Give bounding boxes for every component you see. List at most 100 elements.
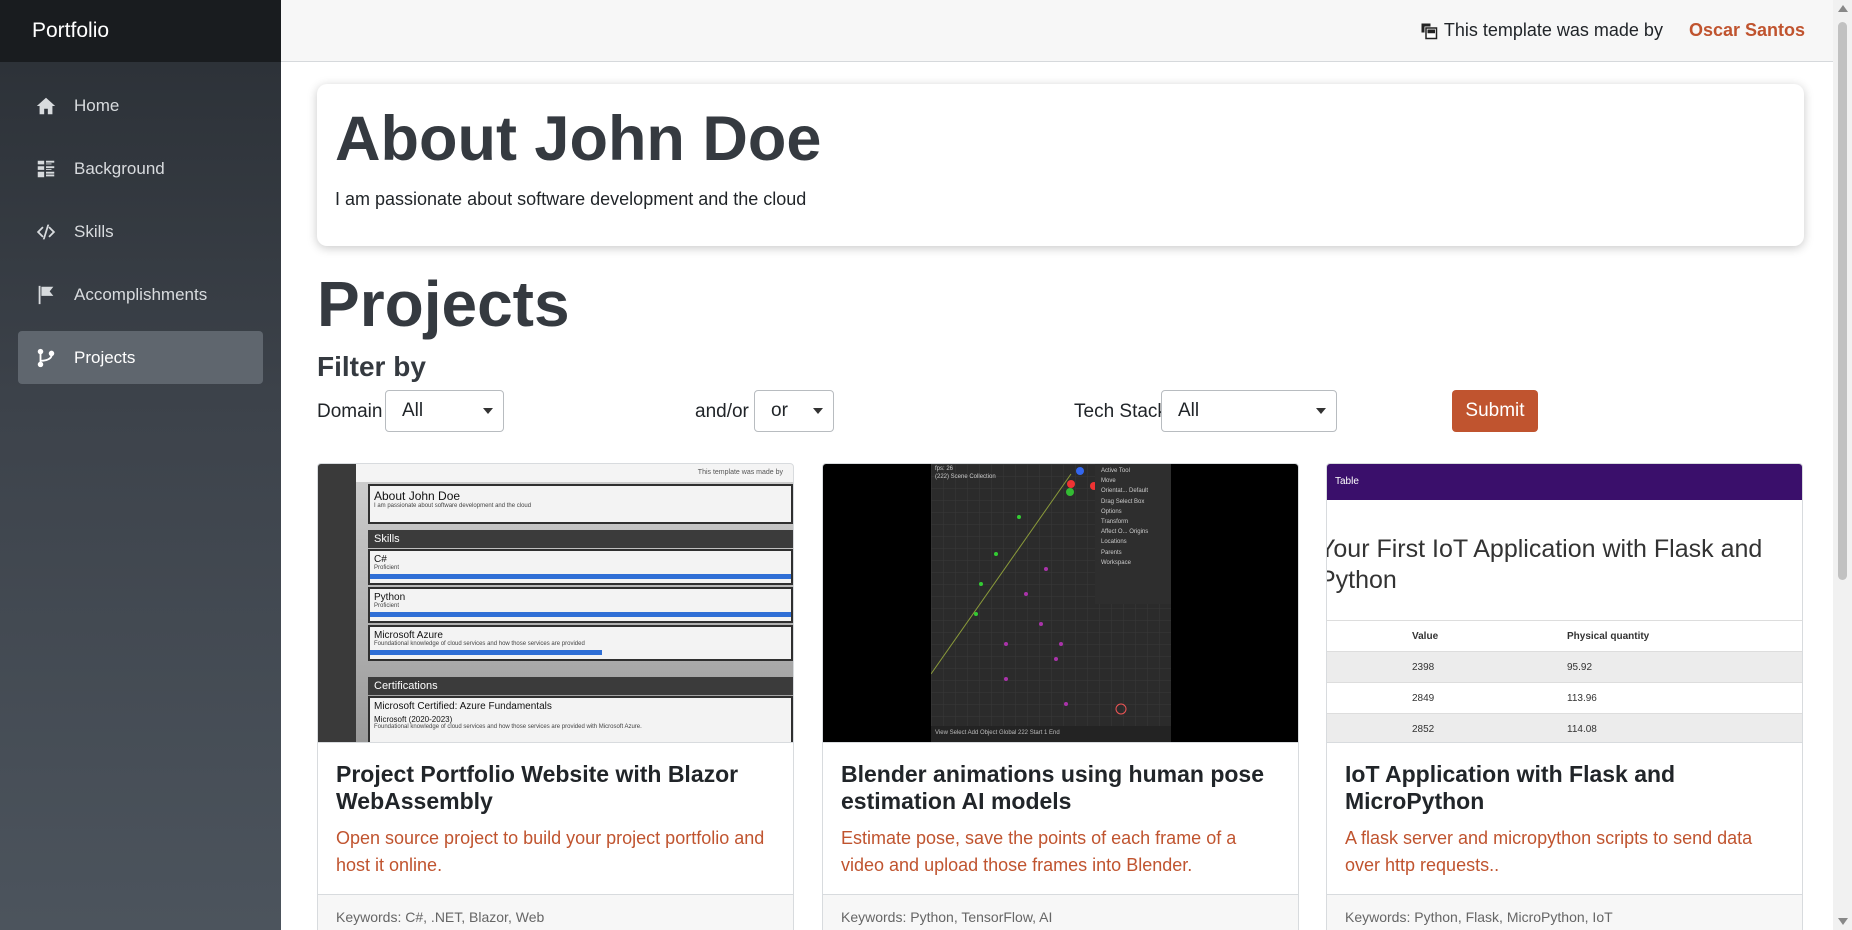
thumb-panel-text: Default	[1129, 488, 1149, 495]
page-scrollbar[interactable]	[1833, 0, 1852, 930]
domain-select[interactable]: All	[385, 390, 504, 432]
scrollbar-thumb[interactable]	[1838, 22, 1847, 580]
thumb-panel-text: Orientat...	[1101, 488, 1128, 495]
sidebar-item-accomplishments[interactable]: Accomplishments	[18, 268, 263, 321]
about-subtitle: I am passionate about software developme…	[335, 189, 807, 209]
thumb-table-cell: 2849	[1412, 682, 1567, 714]
filter-title: Filter by	[317, 351, 426, 382]
thumb-panel-item: Options	[1101, 508, 1122, 515]
thumb-panel-item: Active Tool	[1101, 468, 1130, 474]
page-title: Projects	[317, 268, 570, 340]
author-link[interactable]: Oscar Santos	[1689, 20, 1805, 41]
card-title[interactable]: Project Portfolio Website with Blazor We…	[336, 761, 775, 815]
project-card-portfolio[interactable]: This template was made by About John Doe…	[317, 463, 794, 930]
thumb-timeline-text: Object	[979, 730, 998, 736]
submit-button[interactable]: Submit	[1452, 390, 1538, 432]
project-card-iot[interactable]: Table Your First IoT Application with Fl…	[1326, 463, 1803, 930]
about-title: About John Doe	[335, 104, 822, 174]
thumb-fps: fps: 26	[935, 466, 954, 472]
thumb-timeline-text: End	[1049, 730, 1060, 736]
brand-title[interactable]: Portfolio	[0, 0, 281, 62]
thumb-panel-item: Affect O... Origins	[1101, 527, 1165, 537]
chevron-down-icon	[1316, 408, 1326, 414]
thumb-timeline-text: Start	[1029, 730, 1043, 736]
thumb-table-blank	[1327, 620, 1412, 652]
thumb-table-blank	[1327, 651, 1412, 683]
thumb-skill-level: Proficient	[374, 565, 400, 571]
thumb-table-blank	[1327, 713, 1412, 742]
thumb-cert: Microsoft Certified: Azure Fundamentals …	[368, 696, 793, 742]
thumb-table-header: Value Physical quantity	[1327, 620, 1802, 652]
thumb-panel-text: Origins	[1129, 529, 1149, 536]
thumb-table-cell: 2852	[1412, 713, 1567, 742]
thumb-table-row: 2849 113.96	[1327, 682, 1802, 714]
thumb-table-col: Physical quantity	[1567, 620, 1802, 652]
flag-icon	[38, 285, 54, 304]
card-description: Estimate pose, save the points of each f…	[841, 828, 1237, 876]
card-description: Open source project to build your projec…	[336, 828, 765, 876]
thumb-panel-item: Parents	[1101, 549, 1122, 556]
sidebar-item-label: Projects	[74, 347, 136, 367]
thumb-cert-desc: Foundational knowledge of cloud services…	[374, 724, 642, 730]
thumb-table-col: Value	[1412, 620, 1567, 652]
thumb-table-cell: 2398	[1412, 651, 1567, 683]
sidebar-item-projects[interactable]: Projects	[18, 331, 263, 384]
andor-select-value: or	[771, 400, 788, 421]
andor-select[interactable]: or	[754, 390, 834, 432]
thumb-panel-item: Workspace	[1101, 559, 1131, 566]
thumb-title-line: Your First IoT Application with Flask an…	[1327, 535, 1763, 563]
thumb-panel-text: Drag	[1101, 498, 1115, 505]
thumb-skill: C# Proficient	[368, 549, 793, 585]
git-branch-icon	[37, 348, 55, 367]
list-icon	[37, 160, 55, 177]
top-bar: This template was made by Oscar Santos	[281, 0, 1833, 62]
tech-stack-select-value: All	[1178, 400, 1200, 421]
project-card-blender[interactable]: fps: 26 (222) Scene Collection Active To…	[822, 463, 1299, 930]
thumb-skill-bar	[370, 650, 602, 655]
domain-label: Domain	[317, 401, 383, 422]
chevron-down-icon	[483, 408, 493, 414]
copy-icon	[1421, 23, 1438, 39]
about-card: About John Doe I am passionate about sof…	[317, 84, 1804, 246]
thumb-skill-name: Microsoft Azure	[374, 630, 443, 641]
made-by-text: This template was made by	[1420, 20, 1663, 41]
thumb-timeline-text: 222	[1018, 730, 1029, 736]
tech-stack-select[interactable]: All	[1161, 390, 1337, 432]
sidebar-item-home[interactable]: Home	[18, 79, 263, 132]
scroll-down-icon[interactable]	[1838, 918, 1848, 925]
card-keywords: Keywords: Python, Flask, MicroPython, Io…	[1327, 894, 1802, 930]
sidebar-item-label: Background	[74, 158, 165, 178]
thumb-table-row: 2398 95.92	[1327, 651, 1802, 683]
scroll-up-icon[interactable]	[1838, 5, 1848, 12]
thumb-about-panel: About John Doe I am passionate about sof…	[368, 484, 793, 524]
thumb-table-cell: 95.92	[1567, 651, 1802, 683]
sidebar-item-label: Skills	[74, 221, 114, 241]
made-by-label: This template was made by	[1443, 20, 1663, 40]
card-keywords: Keywords: C#, .NET, Blazor, Web	[318, 894, 793, 930]
thumb-panel-text: Affect O...	[1101, 529, 1128, 536]
sidebar: Portfolio Home Background Skills Accompl…	[0, 0, 281, 930]
code-icon	[36, 224, 56, 239]
thumb-timeline-text: Select	[949, 730, 967, 736]
sidebar-item-label: Home	[74, 95, 120, 115]
sidebar-item-label: Accomplishments	[74, 284, 208, 304]
thumb-skill: Microsoft Azure Foundational knowledge o…	[368, 625, 793, 661]
thumb-timeline-text: View	[935, 730, 948, 736]
sidebar-item-background[interactable]: Background	[18, 142, 263, 195]
thumb-skill-bar	[370, 574, 791, 579]
card-title[interactable]: Blender animations using human pose esti…	[841, 761, 1280, 815]
card-title[interactable]: IoT Application with Flask and MicroPyth…	[1345, 761, 1784, 815]
thumb-panel-item: Orientat... Default	[1101, 486, 1165, 496]
filter-row: Domain All and/or or Tech Stack All Subm…	[317, 390, 1617, 432]
thumb-skill-level: Foundational knowledge of cloud services…	[374, 641, 585, 647]
card-body: Project Portfolio Website with Blazor We…	[318, 743, 793, 879]
project-thumbnail: Table Your First IoT Application with Fl…	[1327, 464, 1802, 743]
sidebar-item-skills[interactable]: Skills	[18, 205, 263, 258]
thumb-sidebar	[318, 464, 356, 742]
thumb-cert-name: Microsoft Certified: Azure Fundamentals	[374, 701, 552, 712]
tech-stack-label: Tech Stack	[1074, 401, 1167, 422]
thumb-panel-item: Transform	[1101, 518, 1129, 525]
thumb-table-cell: 114.08	[1567, 713, 1802, 742]
thumb-table-cell: 113.96	[1567, 682, 1802, 714]
thumb-table: Value Physical quantity 2398 95.92 2849 …	[1327, 620, 1802, 742]
